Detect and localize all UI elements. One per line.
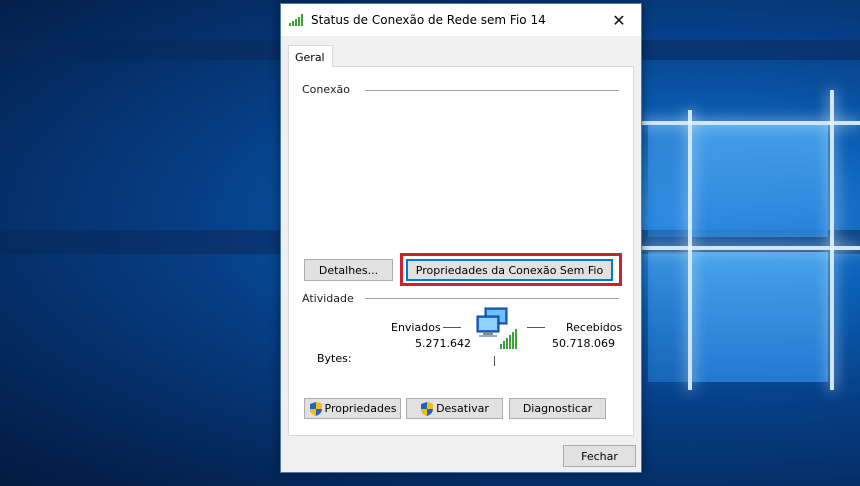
disable-button[interactable]: Desativar xyxy=(406,398,503,419)
bytes-label: Bytes: xyxy=(317,352,352,365)
window-title: Status de Conexão de Rede sem Fio 14 xyxy=(311,13,546,27)
bytes-sent-value: 5.271.642 xyxy=(415,337,471,350)
received-dash xyxy=(527,327,545,328)
properties-button-label: Propriedades xyxy=(324,402,397,415)
sent-label: Enviados xyxy=(391,321,441,334)
activity-tick xyxy=(494,356,495,366)
activity-divider xyxy=(365,298,619,299)
uac-shield-icon xyxy=(421,401,434,416)
disable-button-label: Desativar xyxy=(436,402,489,415)
connection-group-label: Conexão xyxy=(302,83,350,96)
tab-geral[interactable]: Geral xyxy=(288,45,333,67)
close-button[interactable]: Fechar xyxy=(563,445,636,467)
details-button[interactable]: Detalhes... xyxy=(304,259,393,281)
bytes-received-value: 50.718.069 xyxy=(552,337,615,350)
network-status-dialog: Status de Conexão de Rede sem Fio 14 ✕ G… xyxy=(280,3,642,473)
properties-button[interactable]: Propriedades xyxy=(304,398,401,419)
wifi-signal-icon xyxy=(289,14,303,26)
close-icon[interactable]: ✕ xyxy=(597,4,641,36)
uac-shield-icon xyxy=(309,401,322,416)
activity-group-label: Atividade xyxy=(302,292,354,305)
general-panel: Conexão Detalhes... Propriedades da Cone… xyxy=(288,66,634,436)
title-bar: Status de Conexão de Rede sem Fio 14 ✕ xyxy=(281,4,641,36)
network-computers-icon xyxy=(476,307,517,349)
received-label: Recebidos xyxy=(566,321,623,334)
connection-divider xyxy=(365,90,619,91)
wireless-properties-button[interactable]: Propriedades da Conexão Sem Fio xyxy=(406,259,613,281)
sent-dash xyxy=(443,327,461,328)
diagnose-button[interactable]: Diagnosticar xyxy=(509,398,606,419)
